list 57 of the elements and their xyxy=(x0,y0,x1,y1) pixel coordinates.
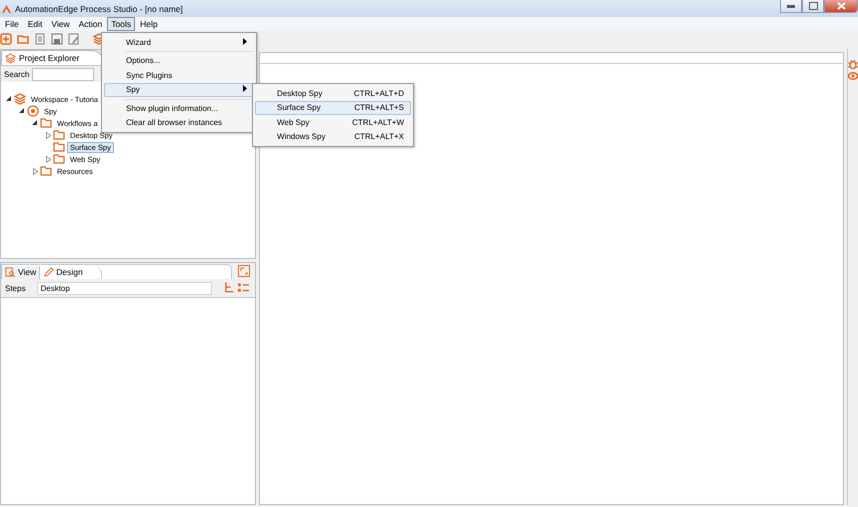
menu-item[interactable]: Action xyxy=(74,17,106,31)
menu-item[interactable]: Clear all browser instances xyxy=(104,116,254,130)
layers-icon xyxy=(14,93,26,105)
expand-arrow-icon[interactable] xyxy=(45,156,51,162)
pencil-icon xyxy=(43,266,54,278)
menu-item[interactable]: Tools xyxy=(107,17,136,31)
collapse-arrow-icon[interactable] xyxy=(6,96,12,102)
close-button[interactable] xyxy=(824,0,858,13)
list-icon[interactable] xyxy=(238,283,249,293)
save-icon[interactable] xyxy=(51,33,63,45)
submenu-arrow-icon xyxy=(243,85,247,94)
collapse-arrow-icon[interactable] xyxy=(19,108,25,114)
collapse-arrow-icon[interactable] xyxy=(32,120,38,126)
minimize-icon xyxy=(787,4,795,8)
folder-icon xyxy=(53,129,65,141)
menu-item[interactable]: Windows Spy CTRL+ALT+X xyxy=(255,130,411,144)
expand-arrow-icon[interactable] xyxy=(32,168,38,174)
new-file-icon[interactable] xyxy=(0,33,12,45)
menu-item[interactable]: Spy xyxy=(104,82,254,97)
search-document-icon xyxy=(5,266,16,278)
folder-icon xyxy=(40,117,52,129)
target-icon xyxy=(27,105,39,117)
expand-arrow-icon[interactable] xyxy=(45,132,51,138)
hierarchy-icon[interactable] xyxy=(224,282,234,294)
menu-item[interactable]: File xyxy=(1,17,23,31)
steps-label: Steps xyxy=(5,284,26,292)
steps-field[interactable]: Desktop xyxy=(37,282,212,294)
maximize-button[interactable] xyxy=(802,0,824,13)
menu-item[interactable]: Wizard xyxy=(104,35,254,50)
menu-item[interactable]: Sync Plugins xyxy=(104,68,254,82)
folder-icon xyxy=(40,165,52,177)
menu-item[interactable]: Surface Spy CTRL+ALT+S xyxy=(255,100,411,115)
edit-document-icon[interactable] xyxy=(68,33,80,45)
panel-tab[interactable]: View xyxy=(2,266,40,278)
menu-item[interactable]: Options... xyxy=(104,54,254,68)
bug-icon[interactable] xyxy=(848,59,858,69)
menu-item[interactable]: Edit xyxy=(24,17,46,31)
search-label: Search xyxy=(4,70,30,78)
menu-item[interactable]: Web Spy CTRL+ALT+W xyxy=(255,115,411,130)
layers-icon xyxy=(5,52,16,64)
menu-item[interactable]: Desktop Spy CTRL+ALT+D xyxy=(255,86,411,100)
folder-icon xyxy=(53,141,65,153)
folder-icon xyxy=(53,153,65,165)
menu-item[interactable]: Help xyxy=(136,17,162,31)
eye-icon[interactable] xyxy=(848,72,858,80)
menu-item[interactable]: Show plugin information... xyxy=(104,101,254,116)
folder-icon[interactable] xyxy=(17,33,29,45)
menu-item[interactable]: View xyxy=(47,17,74,31)
image-icon[interactable] xyxy=(238,265,250,277)
close-icon xyxy=(836,2,846,10)
search-field[interactable] xyxy=(32,68,94,80)
minimize-button[interactable] xyxy=(780,0,802,13)
window-title: AutomationEdge Process Studio - [no name] xyxy=(15,4,183,14)
submenu-arrow-icon xyxy=(243,38,247,47)
maximize-icon xyxy=(808,2,818,10)
logo-icon xyxy=(2,4,11,12)
document-icon[interactable] xyxy=(34,33,46,45)
